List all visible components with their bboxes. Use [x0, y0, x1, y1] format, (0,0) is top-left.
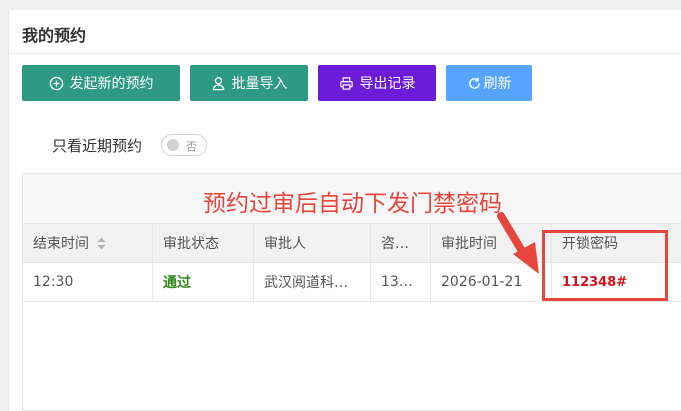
status-badge: 通过 — [163, 275, 191, 291]
cell-approval-status: 通过 — [153, 263, 254, 302]
printer-icon — [339, 76, 354, 91]
annotation-arrow-icon — [497, 212, 539, 274]
column-header-consult: 咨… — [371, 224, 431, 263]
unlock-code-highlight — [542, 230, 668, 301]
export-records-label: 导出记录 — [359, 76, 416, 92]
column-header-end-time[interactable]: 结束时间 — [23, 224, 153, 263]
user-icon — [211, 76, 226, 91]
column-header-approval-status: 审批状态 — [153, 224, 254, 263]
export-records-button[interactable]: 导出记录 — [318, 65, 436, 101]
refresh-button[interactable]: 刷新 — [446, 65, 532, 101]
recent-only-label: 只看近期预约 — [52, 137, 143, 155]
batch-import-button[interactable]: 批量导入 — [190, 65, 308, 101]
new-reservation-label: 发起新的预约 — [69, 76, 154, 92]
reservation-panel: 我的预约 发起新的预约 批量导入 导出记录 刷新 只看近期预约 否 预约过审后自… — [8, 10, 681, 411]
column-header-label: 结束时间 — [33, 236, 89, 252]
recent-only-switch[interactable]: 否 — [161, 134, 207, 156]
annotation-text: 预约过审后自动下发门禁密码 — [203, 191, 502, 217]
switch-knob — [167, 139, 179, 151]
batch-import-label: 批量导入 — [231, 76, 288, 92]
cell-approver: 武汉阅道科… — [254, 263, 371, 302]
cell-consult: 13… — [371, 263, 431, 302]
table-toolbar: 预约过审后自动下发门禁密码 — [23, 174, 681, 224]
cell-end-time: 12:30 — [23, 263, 153, 302]
refresh-icon — [467, 76, 482, 91]
switch-text: 否 — [186, 140, 197, 153]
divider — [9, 53, 681, 54]
column-header-approver: 审批人 — [254, 224, 371, 263]
page-title: 我的预约 — [22, 26, 87, 45]
refresh-label: 刷新 — [483, 76, 512, 92]
plus-circle-icon — [49, 76, 64, 91]
new-reservation-button[interactable]: 发起新的预约 — [22, 65, 180, 101]
sort-icon[interactable] — [97, 237, 106, 250]
